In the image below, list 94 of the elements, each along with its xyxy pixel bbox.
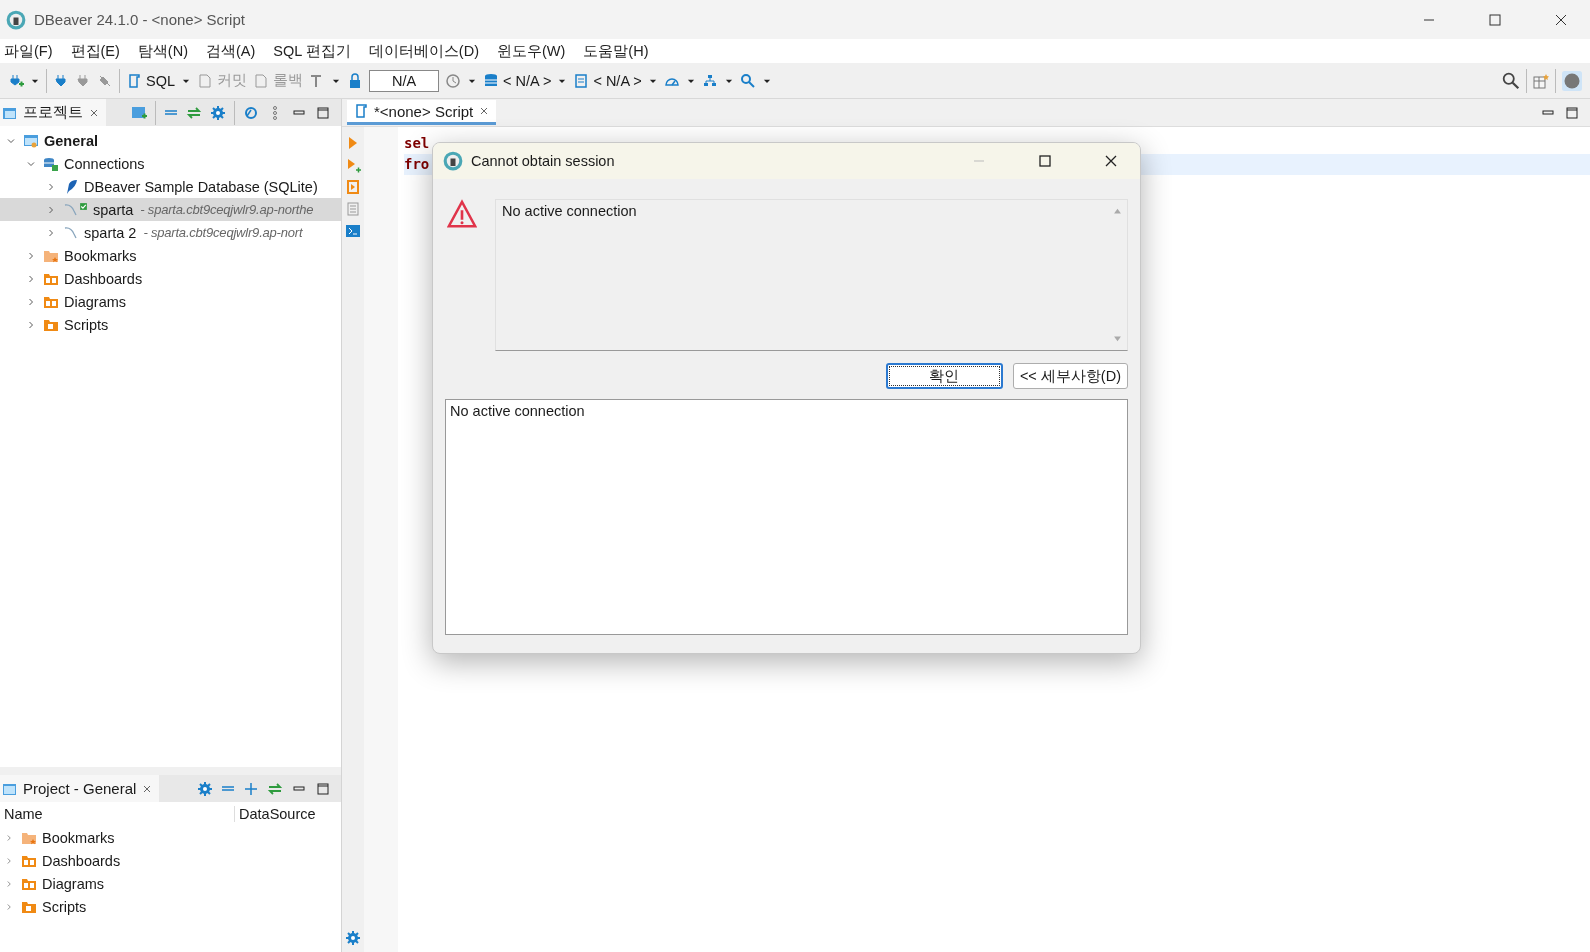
tree-label: Dashboards — [64, 270, 143, 287]
link-arrows-icon — [267, 780, 283, 797]
menu-item[interactable]: 도움말(H) — [583, 41, 649, 61]
maximize-window-icon — [1487, 11, 1503, 28]
tree-label: Bookmarks — [42, 829, 115, 846]
tree-label: DBeaver Sample Database (SQLite) — [84, 178, 318, 195]
script-icon — [126, 72, 142, 89]
app-logo-icon — [6, 9, 26, 30]
schema-icon — [573, 72, 590, 89]
dialog-title: Cannot obtain session — [471, 153, 616, 169]
tree-label: Bookmarks — [64, 247, 137, 264]
tree-item[interactable]: General — [0, 129, 341, 152]
menu-item[interactable]: 파일(F) — [4, 41, 53, 61]
tree-item[interactable]: sparta 2 - sparta.cbt9ceqjwlr9.ap-nort — [0, 221, 341, 244]
tree-label: sparta 2 — [84, 224, 137, 241]
tree-label: Diagrams — [64, 293, 127, 310]
tree-item[interactable]: sparta - sparta.cbt9ceqjwlr9.ap-northe — [0, 198, 341, 221]
dialog-button[interactable]: << 세부사항(D) — [1012, 363, 1128, 389]
tree-item[interactable]: Diagrams — [0, 290, 341, 313]
connection-host: - sparta.cbt9ceqjwlr9.ap-nort — [143, 225, 303, 240]
datasource-selector[interactable]: < N/A > — [483, 72, 552, 89]
search-icon — [739, 72, 756, 89]
tree-label: Connections — [64, 155, 145, 172]
connection-host: - sparta.cbt9ceqjwlr9.ap-northe — [140, 202, 314, 217]
tree-item[interactable]: DBeaver Sample Database (SQLite) — [0, 175, 341, 198]
scroll-down-icon — [1111, 333, 1123, 344]
menu-item[interactable]: 편집(E) — [70, 41, 120, 61]
menu-item[interactable]: 데이터베이스(D) — [368, 41, 479, 61]
code-line: sel — [404, 134, 431, 153]
maximize-icon — [315, 780, 331, 797]
run-new-tab-icon — [345, 157, 361, 173]
column-header[interactable]: Name — [0, 806, 235, 822]
menu-item[interactable]: SQL 편집기 — [273, 41, 351, 61]
project-general-tab[interactable]: Project - General — [0, 775, 160, 802]
settings-icon — [345, 930, 361, 946]
terminal-icon — [345, 223, 361, 239]
run-script-icon — [345, 179, 361, 195]
new-connection-icon — [8, 72, 24, 89]
editor-tab[interactable]: *<none> Script — [347, 100, 497, 125]
tree-item[interactable]: Scripts — [0, 895, 341, 918]
script-icon — [353, 103, 369, 119]
expand-icon — [243, 780, 259, 797]
tree-item[interactable]: Bookmarks — [0, 826, 341, 849]
perspective-icon — [1533, 72, 1549, 89]
tree-label: sparta — [93, 201, 134, 218]
menu-item[interactable]: 검색(A) — [206, 41, 256, 61]
database-icon — [483, 72, 499, 89]
settings-icon — [210, 104, 226, 121]
tree-item[interactable]: Connections — [0, 152, 341, 175]
tree-label: Scripts — [64, 316, 109, 333]
collapse-icon — [164, 110, 178, 115]
details-text: No active connection — [445, 399, 1128, 635]
transaction-field[interactable]: N/A — [369, 69, 439, 92]
hierarchy-icon — [701, 72, 718, 89]
tree-item[interactable]: Diagrams — [0, 872, 341, 895]
new-window-icon — [131, 104, 147, 121]
collapse-icon — [221, 786, 235, 791]
tree-item[interactable]: Scripts — [0, 313, 341, 336]
close-icon — [1103, 153, 1119, 169]
column-header[interactable]: DataSource — [235, 806, 316, 822]
search-icon — [1502, 71, 1520, 90]
project-icon — [23, 132, 39, 149]
menu-item[interactable]: 윈도우(W) — [497, 41, 566, 61]
connected-check-icon — [79, 201, 88, 211]
schema-selector[interactable]: < N/A > — [573, 72, 642, 89]
plug-icon — [53, 72, 69, 89]
history-icon — [445, 72, 461, 89]
maximize-icon — [315, 104, 331, 121]
app-logo-icon — [443, 151, 463, 171]
lock-icon — [347, 72, 363, 89]
error-message: No active connection — [501, 202, 638, 221]
sql-editor-button[interactable]: SQL — [126, 72, 175, 89]
tree-item[interactable]: Dashboards — [0, 849, 341, 872]
scroll-up-icon — [1111, 206, 1123, 217]
menu-item[interactable]: 탐색(N) — [137, 41, 188, 61]
explain-icon — [345, 201, 361, 217]
warning-icon — [447, 199, 477, 229]
maximize-window-icon — [1037, 153, 1053, 169]
tree-label: Diagrams — [42, 875, 105, 892]
tree-label: Dashboards — [42, 852, 121, 869]
dialog-button[interactable]: 확인 — [885, 363, 1003, 389]
tree-label: Scripts — [42, 898, 87, 915]
tree-label: General — [44, 132, 98, 149]
projects-tab[interactable]: 프로젝트 — [0, 99, 106, 126]
maximize-icon — [1564, 104, 1580, 121]
tree-item[interactable]: Dashboards — [0, 267, 341, 290]
commit-icon — [197, 72, 213, 89]
minimize-window-icon — [1423, 18, 1435, 21]
rollback-icon — [253, 72, 269, 89]
link-arrows-icon — [186, 104, 202, 121]
database-icon — [43, 155, 59, 172]
settings-icon — [197, 780, 213, 797]
tree-item[interactable]: Bookmarks — [0, 244, 341, 267]
window-title: DBeaver 24.1.0 - <none> Script — [34, 11, 246, 28]
